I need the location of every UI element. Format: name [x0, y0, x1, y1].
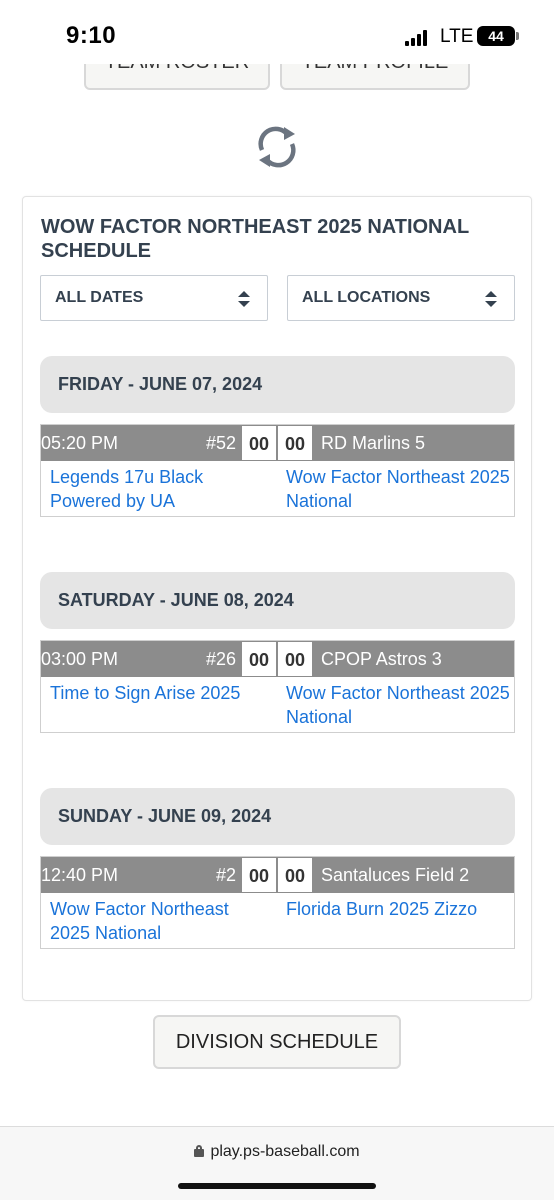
network-type: LTE [440, 26, 474, 47]
status-bar: 9:10 LTE 44 [0, 0, 554, 64]
game-row: 03:00 PM #26 00 00 CPOP Astros 3 Time to… [40, 640, 515, 733]
battery-level: 44 [488, 28, 504, 44]
home-team-link[interactable]: Wow Factor Northeast 2025 National [50, 897, 265, 945]
home-team-link[interactable]: Time to Sign Arise 2025 [50, 681, 265, 705]
url-text: play.ps-baseball.com [210, 1143, 360, 1160]
sort-arrows-icon [238, 291, 250, 307]
game-info-bar: 05:20 PM #52 00 00 RD Marlins 5 [41, 425, 514, 461]
date-filter-value: ALL DATES [55, 289, 144, 306]
url-display[interactable]: play.ps-baseball.com [0, 1143, 554, 1161]
home-team-link[interactable]: Legends 17u Black Powered by UA [50, 465, 265, 513]
sort-arrows-icon [485, 291, 497, 307]
day-header: SATURDAY - JUNE 08, 2024 [40, 572, 515, 629]
game-time: 05:20 PM [41, 433, 119, 453]
game-info-bar: 12:40 PM #2 00 00 Santaluces Field 2 [41, 857, 514, 893]
game-number: #2 [215, 865, 236, 885]
game-location: Santaluces Field 2 [321, 865, 470, 885]
game-time: 03:00 PM [41, 649, 119, 669]
game-time: 12:40 PM [41, 865, 119, 885]
location-filter-select[interactable]: ALL LOCATIONS [287, 275, 515, 321]
battery-icon: 44 [477, 26, 519, 46]
refresh-icon[interactable] [254, 124, 300, 170]
game-row: 05:20 PM #52 00 00 RD Marlins 5 Legends … [40, 424, 515, 517]
away-team-link[interactable]: Wow Factor Northeast 2025 National [286, 681, 511, 729]
away-score: 00 [277, 641, 313, 677]
status-time: 9:10 [66, 22, 117, 49]
away-team-link[interactable]: Florida Burn 2025 Zizzo [286, 897, 511, 921]
schedule-card: WOW FACTOR NORTHEAST 2025 NATIONAL SCHED… [22, 196, 532, 1001]
away-team-link[interactable]: Wow Factor Northeast 2025 National [286, 465, 511, 513]
game-location: CPOP Astros 3 [321, 649, 442, 669]
home-indicator[interactable] [178, 1183, 376, 1189]
division-schedule-button[interactable]: DIVISION SCHEDULE [153, 1015, 401, 1069]
away-score: 00 [277, 425, 313, 461]
schedule-title: WOW FACTOR NORTHEAST 2025 NATIONAL SCHED… [41, 216, 469, 262]
away-score: 00 [277, 857, 313, 893]
day-header: FRIDAY - JUNE 07, 2024 [40, 356, 515, 413]
date-filter-select[interactable]: ALL DATES [40, 275, 268, 321]
game-row: 12:40 PM #2 00 00 Santaluces Field 2 Wow… [40, 856, 515, 949]
home-score: 00 [241, 641, 277, 677]
home-score: 00 [241, 425, 277, 461]
day-header: SUNDAY - JUNE 09, 2024 [40, 788, 515, 845]
game-location: RD Marlins 5 [321, 433, 426, 453]
game-number: #26 [205, 649, 236, 669]
lock-icon [194, 1145, 205, 1157]
signal-icon [405, 30, 431, 46]
home-score: 00 [241, 857, 277, 893]
location-filter-value: ALL LOCATIONS [302, 289, 431, 306]
game-number: #52 [205, 433, 236, 453]
game-info-bar: 03:00 PM #26 00 00 CPOP Astros 3 [41, 641, 514, 677]
